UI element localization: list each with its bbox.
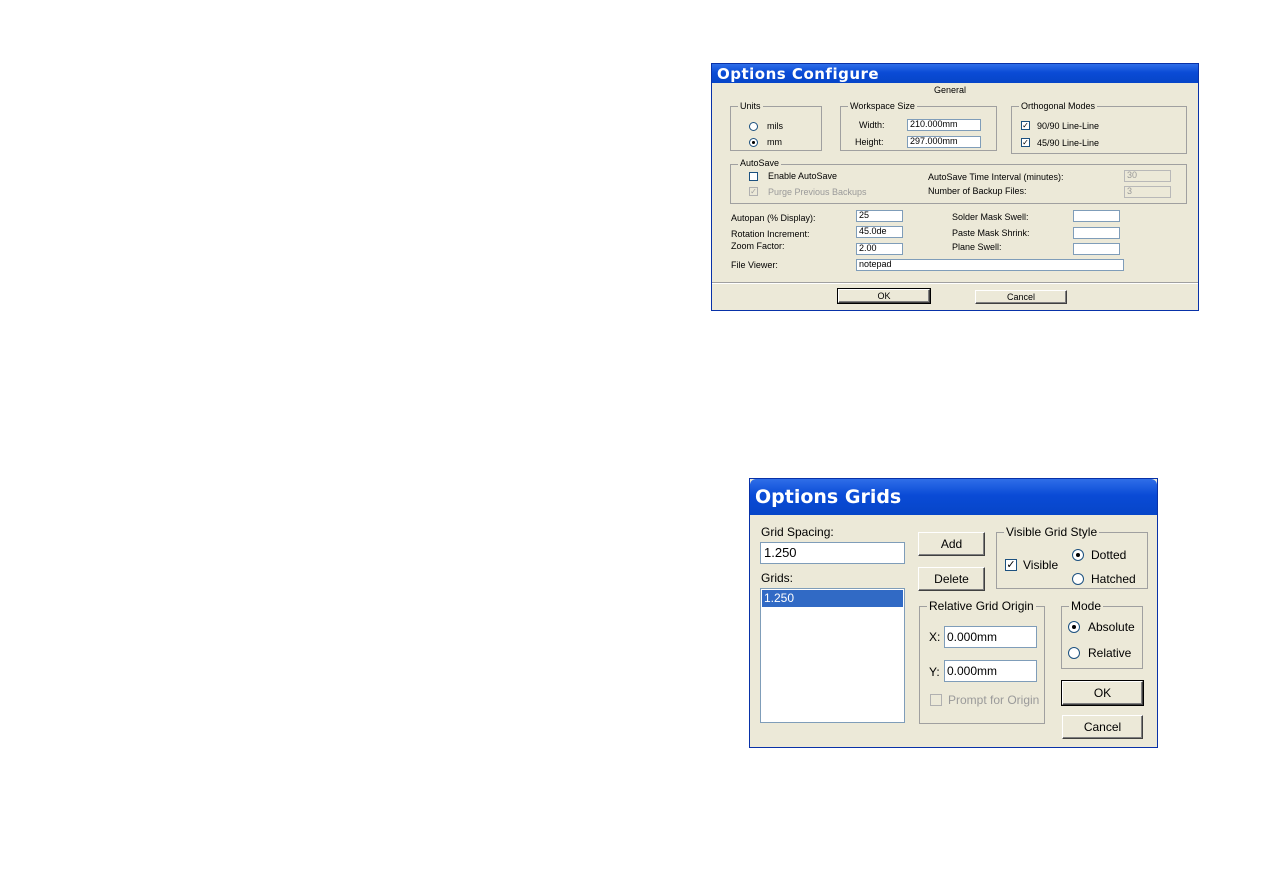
solder-mask-label: Solder Mask Swell: — [952, 212, 1029, 222]
file-viewer-input[interactable]: notepad — [856, 259, 1124, 271]
hatched-radio[interactable] — [1072, 573, 1084, 585]
workspace-height-label: Height: — [855, 137, 884, 147]
visible-grid-style-caption: Visible Grid Style — [1004, 525, 1100, 539]
prompt-origin-label: Prompt for Origin — [948, 693, 1040, 707]
relative-label: Relative — [1088, 646, 1132, 660]
dotted-label: Dotted — [1091, 548, 1127, 562]
relative-origin-caption: Relative Grid Origin — [927, 599, 1036, 613]
configure-title: Options Configure — [717, 64, 880, 83]
units-mils-label: mils — [767, 121, 783, 131]
rotation-input[interactable]: 45.0de — [856, 226, 903, 238]
visible-checkbox[interactable]: ✓ — [1005, 559, 1017, 571]
mode-caption: Mode — [1069, 599, 1104, 613]
workspace-width-input[interactable]: 210.000mm — [907, 119, 981, 131]
options-configure-dialog: Options Configure General Units mils mm … — [711, 63, 1199, 311]
zoom-factor-label: Zoom Factor: — [731, 241, 785, 251]
purge-backups-checkbox[interactable]: ✓ — [749, 187, 758, 196]
backup-files-label: Number of Backup Files: — [928, 186, 1027, 196]
autosave-interval-input[interactable]: 30 — [1124, 170, 1171, 182]
grids-list-label: Grids: — [761, 571, 794, 585]
relative-radio[interactable] — [1068, 647, 1080, 659]
grids-list-item[interactable]: 1.250 — [762, 590, 903, 607]
add-grid-button[interactable]: Add — [918, 532, 985, 556]
grids-cancel-button[interactable]: Cancel — [1062, 715, 1143, 739]
dotted-radio[interactable] — [1072, 549, 1084, 561]
ortho-caption: Orthogonal Modes — [1019, 101, 1098, 111]
plane-swell-label: Plane Swell: — [952, 242, 1002, 252]
grid-spacing-input[interactable]: 1.250 — [760, 542, 905, 564]
origin-y-input[interactable]: 0.000mm — [944, 660, 1037, 682]
solder-mask-input[interactable] — [1073, 210, 1120, 222]
file-viewer-label: File Viewer: — [731, 260, 778, 270]
autosave-group — [730, 164, 1187, 204]
workspace-width-label: Width: — [859, 120, 885, 130]
autopan-label: Autopan (% Display): — [731, 213, 816, 223]
units-mils-radio[interactable] — [749, 122, 758, 131]
workspace-caption: Workspace Size — [848, 101, 917, 111]
general-caption: General — [934, 85, 967, 95]
configure-cancel-button[interactable]: Cancel — [975, 290, 1067, 304]
autopan-input[interactable]: 25 — [856, 210, 903, 222]
plane-swell-input[interactable] — [1073, 243, 1120, 255]
units-mm-label: mm — [767, 137, 782, 147]
autosave-caption: AutoSave — [738, 158, 782, 168]
delete-grid-button[interactable]: Delete — [918, 567, 985, 591]
units-mm-radio[interactable] — [749, 138, 758, 147]
autosave-interval-label: AutoSave Time Interval (minutes): — [928, 172, 1064, 182]
workspace-height-input[interactable]: 297.000mm — [907, 136, 981, 148]
zoom-factor-input[interactable]: 2.00 — [856, 243, 903, 255]
grid-spacing-label: Grid Spacing: — [761, 525, 834, 539]
absolute-radio[interactable] — [1068, 621, 1080, 633]
ortho-9090-label: 90/90 Line-Line — [1037, 121, 1100, 131]
enable-autosave-label: Enable AutoSave — [768, 171, 838, 181]
hatched-label: Hatched — [1091, 572, 1136, 586]
visible-label: Visible — [1023, 558, 1059, 572]
configure-title-bar[interactable]: Options Configure — [712, 64, 1198, 83]
purge-backups-label: Purge Previous Backups — [768, 187, 867, 197]
origin-x-input[interactable]: 0.000mm — [944, 626, 1037, 648]
ortho-4590-label: 45/90 Line-Line — [1037, 138, 1100, 148]
absolute-label: Absolute — [1088, 620, 1135, 634]
origin-y-label: Y: — [929, 665, 940, 679]
options-grids-dialog: Options Grids Grid Spacing: 1.250 Grids:… — [749, 478, 1158, 748]
general-separator — [712, 282, 1198, 284]
paste-mask-label: Paste Mask Shrink: — [952, 228, 1030, 238]
grids-ok-button[interactable]: OK — [1061, 680, 1144, 706]
rotation-label: Rotation Increment: — [731, 229, 810, 239]
units-caption: Units — [738, 101, 763, 111]
backup-files-input[interactable]: 3 — [1124, 186, 1171, 198]
grids-listbox[interactable]: 1.250 — [760, 588, 905, 723]
origin-x-label: X: — [929, 630, 941, 644]
paste-mask-input[interactable] — [1073, 227, 1120, 239]
prompt-origin-checkbox[interactable] — [930, 694, 942, 706]
ortho-9090-checkbox[interactable]: ✓ — [1021, 121, 1030, 130]
configure-ok-button[interactable]: OK — [837, 288, 931, 304]
ortho-4590-checkbox[interactable]: ✓ — [1021, 138, 1030, 147]
grids-title-bar[interactable]: Options Grids — [750, 479, 1157, 515]
enable-autosave-checkbox[interactable] — [749, 172, 758, 181]
grids-title: Options Grids — [755, 486, 902, 508]
